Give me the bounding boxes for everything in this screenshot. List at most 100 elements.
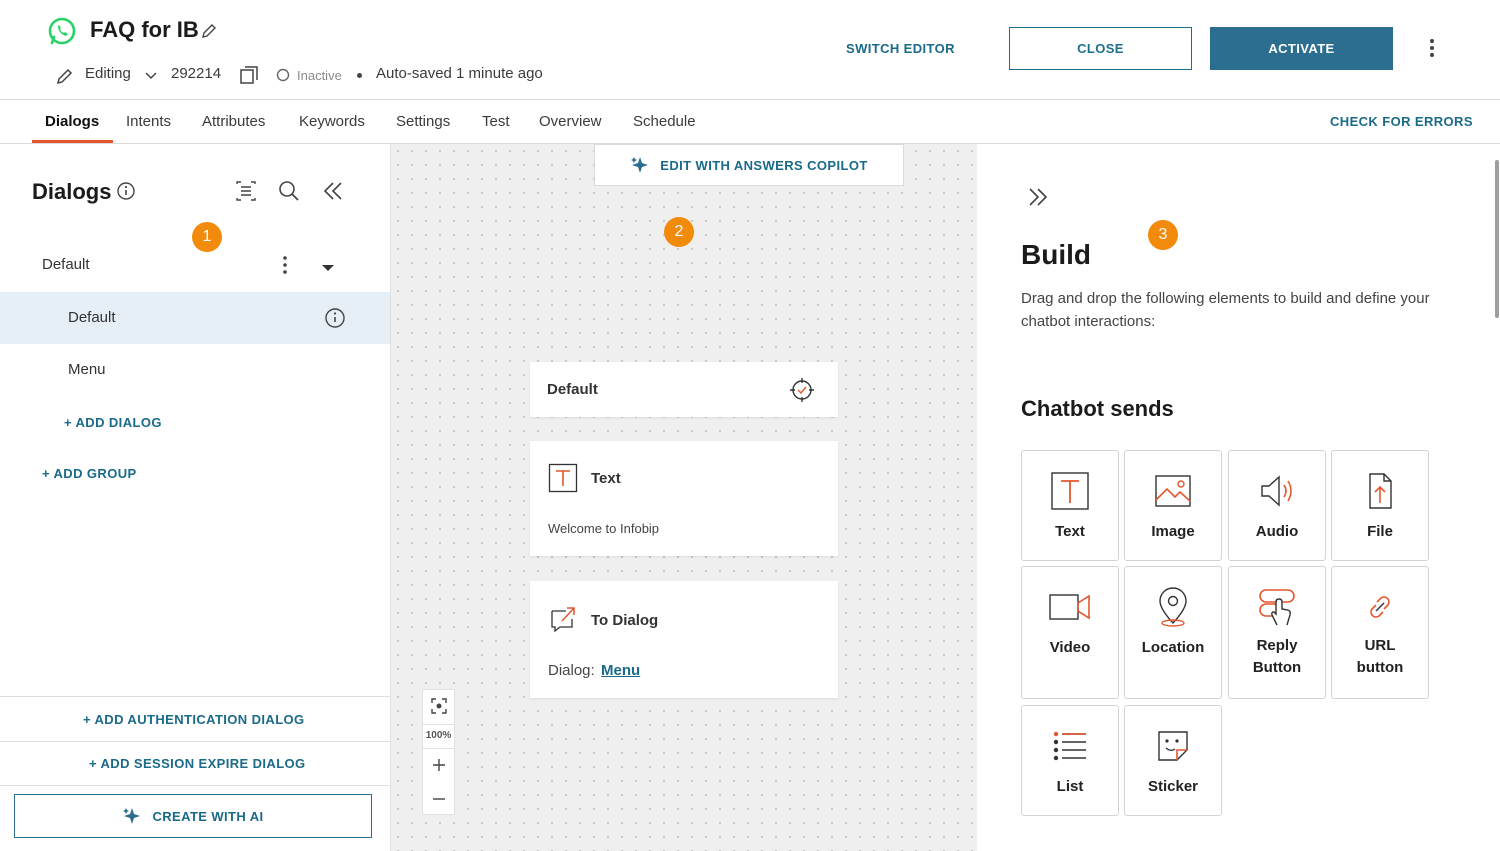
build-panel: 3 Build Drag and drop the following elem… [977,144,1500,851]
to-dialog-card[interactable]: To Dialog Dialog: Menu [530,581,838,698]
check-errors-button[interactable]: CHECK FOR ERRORS [1330,114,1473,129]
copilot-label: EDIT WITH ANSWERS COPILOT [660,157,868,173]
tile-label: URL button [1356,637,1404,676]
mode-label[interactable]: Editing [85,65,131,82]
text-element-card[interactable]: Text Welcome to Infobip [530,441,838,556]
tab-intents[interactable]: Intents [126,113,171,130]
tile-label: Image [1151,523,1195,540]
video-icon [1049,594,1090,620]
tab-attributes[interactable]: Attributes [202,113,265,130]
element-tile-sticker[interactable]: Sticker [1124,705,1222,816]
section-title: Chatbot sends [1021,396,1174,421]
sticker-icon [1158,731,1188,761]
sparkle-icon [631,157,649,173]
search-icon[interactable] [278,180,300,202]
zoom-controls: 100% [422,689,455,815]
dialog-target-label: Dialog: [548,662,595,679]
list-icon [1053,731,1086,761]
to-dialog-icon [548,605,578,633]
tile-label: Location [1141,639,1205,656]
audio-icon [1261,475,1292,507]
status-circle-icon [276,68,290,82]
build-title: Build [1021,239,1091,270]
step-badge-1: 1 [192,222,222,252]
collapse-panel-icon[interactable] [322,180,344,202]
status-badge: Inactive [297,68,342,83]
panel-title: Dialogs [32,179,112,204]
location-icon [1159,587,1187,627]
switch-editor-button[interactable]: SWITCH EDITOR [846,41,955,56]
step-badge-3: 3 [1148,220,1178,250]
group-menu-icon[interactable] [275,254,295,276]
header: FAQ for IB Editing 292214 Inactive Auto-… [0,0,1500,100]
target-icon[interactable] [789,377,815,403]
element-tile-reply-button[interactable]: Reply Button [1228,566,1326,699]
scrollbar-thumb[interactable] [1495,160,1499,318]
dialog-target-link[interactable]: Menu [601,662,640,679]
active-tab-indicator [32,140,113,143]
info-icon[interactable] [324,307,346,329]
text-icon [1051,472,1089,510]
element-tile-url-button[interactable]: URL button [1331,566,1429,699]
step-badge-2: 2 [664,217,694,247]
build-description: Drag and drop the following elements to … [1021,290,1430,330]
reply-button-icon [1259,589,1295,626]
divider [0,696,390,697]
tile-label: Reply Button [1252,637,1302,676]
add-authentication-dialog-button[interactable]: + ADD AUTHENTICATION DIALOG [83,712,305,727]
edit-with-copilot-button[interactable]: EDIT WITH ANSWERS COPILOT [594,144,904,186]
add-group-button[interactable]: + ADD GROUP [42,466,137,481]
element-tile-image[interactable]: Image [1124,450,1222,561]
link-icon [1370,596,1390,618]
tab-dialogs[interactable]: Dialogs [45,113,99,130]
group-default[interactable]: Default [42,256,90,273]
element-tile-list[interactable]: List [1021,705,1119,816]
dialog-item-menu[interactable]: Menu [68,361,106,378]
close-button[interactable]: CLOSE [1009,27,1192,70]
pencil-icon [55,66,75,86]
dialog-start-card[interactable]: Default [530,362,838,417]
image-icon [1155,475,1191,507]
tab-test[interactable]: Test [482,113,510,130]
tab-keywords[interactable]: Keywords [299,113,365,130]
tile-label: Video [1049,639,1091,656]
element-tile-location[interactable]: Location [1124,566,1222,699]
flow-canvas[interactable]: EDIT WITH ANSWERS COPILOT 2 Default Text… [391,144,977,851]
zoom-out-icon[interactable] [431,791,447,807]
divider [0,785,390,786]
card-title: Text [591,470,621,487]
element-tile-video[interactable]: Video [1021,566,1119,699]
element-tile-audio[interactable]: Audio [1228,450,1326,561]
divider [0,741,390,742]
add-session-expire-dialog-button[interactable]: + ADD SESSION EXPIRE DIALOG [89,756,306,771]
card-title: Default [547,381,598,398]
divider [423,724,454,725]
text-message: Welcome to Infobip [548,521,660,536]
tab-overview[interactable]: Overview [539,113,602,130]
fit-view-icon[interactable] [430,697,448,715]
element-tile-text[interactable]: Text [1021,450,1119,561]
file-icon [1369,473,1392,509]
activate-button[interactable]: ACTIVATE [1210,27,1393,70]
tab-settings[interactable]: Settings [396,113,450,130]
more-vertical-icon[interactable] [1422,37,1442,59]
dialog-item-default[interactable]: Default [0,292,390,344]
tab-bar: Dialogs Intents Attributes Keywords Sett… [0,100,1500,144]
sparkle-icon [123,808,141,824]
dialog-item-label: Default [68,309,116,326]
caret-down-icon[interactable] [320,260,336,271]
copy-icon[interactable] [238,64,260,86]
edit-title-icon[interactable] [200,22,218,40]
zoom-in-icon[interactable] [431,757,447,773]
text-element-icon [548,463,578,493]
list-view-icon[interactable] [234,179,258,203]
divider [423,748,454,749]
add-dialog-button[interactable]: + ADD DIALOG [64,415,162,430]
chevron-down-icon[interactable] [143,67,159,83]
expand-panel-icon[interactable] [1027,186,1049,208]
create-with-ai-label: CREATE WITH AI [152,808,264,824]
create-with-ai-button[interactable]: CREATE WITH AI [14,794,372,838]
element-tile-file[interactable]: File [1331,450,1429,561]
tab-schedule[interactable]: Schedule [633,113,696,130]
info-icon[interactable] [116,181,136,201]
